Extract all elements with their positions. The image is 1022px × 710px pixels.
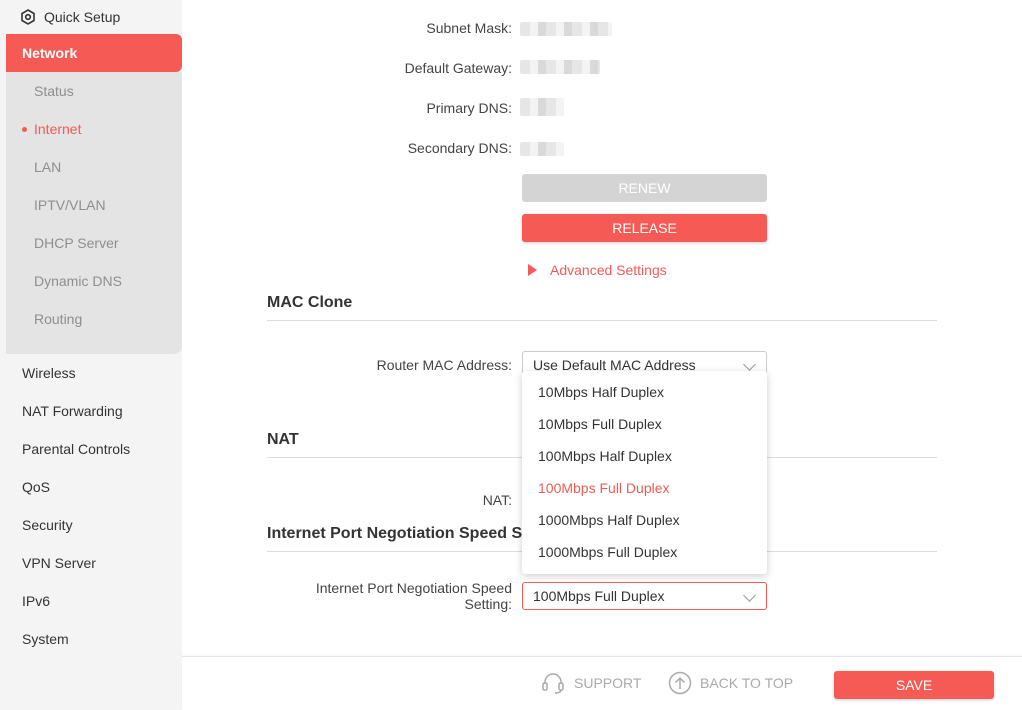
subnav-label: Routing <box>34 311 83 327</box>
chevron-down-icon <box>743 589 756 602</box>
advanced-settings-toggle[interactable]: Advanced Settings <box>528 262 667 278</box>
primary-dns-row: Primary DNS: <box>182 98 1022 120</box>
dropdown-option[interactable]: 1000Mbps Half Duplex <box>522 504 767 536</box>
subnet-mask-value-redacted <box>520 22 612 36</box>
renew-button[interactable]: RENEW <box>522 174 767 202</box>
subnav-label: DHCP Server <box>34 235 119 251</box>
dropdown-option[interactable]: 1000Mbps Full Duplex <box>522 536 767 568</box>
secondary-dns-label: Secondary DNS: <box>407 140 512 156</box>
default-gateway-label: Default Gateway: <box>404 60 512 76</box>
sidebar: Quick Setup Network Status Internet LAN … <box>0 0 182 710</box>
sidebar-item-wireless[interactable]: Wireless <box>0 354 182 392</box>
subnet-mask-label: Subnet Mask: <box>426 20 512 36</box>
sidebar-item-quick-setup[interactable]: Quick Setup <box>0 0 182 34</box>
support-link[interactable]: SUPPORT <box>540 671 641 695</box>
footer-bar: SUPPORT BACK TO TOP SAVE <box>182 656 1022 710</box>
divider <box>267 320 937 321</box>
sidebar-item-system[interactable]: System <box>0 620 182 658</box>
sidebar-item-nat-forwarding[interactable]: NAT Forwarding <box>0 392 182 430</box>
port-speed-title: Internet Port Negotiation Speed S <box>267 525 523 542</box>
default-gateway-row: Default Gateway: <box>182 60 1022 80</box>
save-button[interactable]: SAVE <box>834 671 994 699</box>
subnav-item-iptv-vlan[interactable]: IPTV/VLAN <box>6 186 182 224</box>
sidebar-nav-list: Wireless NAT Forwarding Parental Control… <box>0 354 182 658</box>
sidebar-item-label: Parental Controls <box>22 441 131 457</box>
sidebar-item-label: IPv6 <box>22 593 51 609</box>
sidebar-item-label: NAT Forwarding <box>22 403 123 419</box>
sidebar-item-label: VPN Server <box>22 555 96 571</box>
secondary-dns-value-redacted <box>520 142 564 156</box>
active-dot-icon <box>22 127 27 132</box>
router-mac-label: Router MAC Address: <box>376 357 512 373</box>
sidebar-item-vpn-server[interactable]: VPN Server <box>0 544 182 582</box>
sidebar-item-label: Quick Setup <box>44 9 121 25</box>
subnav-item-dynamic-dns[interactable]: Dynamic DNS <box>6 262 182 300</box>
subnav-item-lan[interactable]: LAN <box>6 148 182 186</box>
sidebar-item-network[interactable]: Network <box>6 34 182 72</box>
dropdown-option[interactable]: 10Mbps Full Duplex <box>522 408 767 440</box>
subnav-item-dhcp-server[interactable]: DHCP Server <box>6 224 182 262</box>
primary-dns-label: Primary DNS: <box>426 100 512 116</box>
sidebar-item-security[interactable]: Security <box>0 506 182 544</box>
port-speed-select[interactable]: 100Mbps Full Duplex <box>522 582 767 610</box>
advanced-settings-label: Advanced Settings <box>550 262 667 278</box>
subnav-label: LAN <box>34 159 62 175</box>
sidebar-item-label: System <box>22 631 69 647</box>
sidebar-item-ipv6[interactable]: IPv6 <box>0 582 182 620</box>
primary-dns-value-redacted <box>520 98 564 116</box>
dropdown-option[interactable]: 10Mbps Half Duplex <box>522 376 767 408</box>
gear-icon <box>21 9 35 25</box>
sidebar-item-label: Network <box>22 45 78 61</box>
subnav-label: Internet <box>34 121 82 137</box>
nat-title: NAT <box>267 431 299 448</box>
triangle-right-icon <box>528 264 537 276</box>
chevron-down-icon <box>743 358 756 371</box>
port-speed-label-line1: Internet Port Negotiation Speed <box>315 580 512 596</box>
subnav-item-internet[interactable]: Internet <box>6 110 182 148</box>
back-to-top-label: BACK TO TOP <box>700 675 794 691</box>
subnav-item-status[interactable]: Status <box>6 72 182 110</box>
subnav-label: Status <box>34 83 74 99</box>
sidebar-item-label: Security <box>22 517 73 533</box>
sidebar-item-qos[interactable]: QoS <box>0 468 182 506</box>
subnav-item-routing[interactable]: Routing <box>6 300 182 338</box>
headset-icon <box>542 673 564 694</box>
support-label: SUPPORT <box>574 675 642 691</box>
mac-clone-title: MAC Clone <box>267 294 353 311</box>
subnet-mask-row: Subnet Mask: <box>182 20 1022 40</box>
secondary-dns-row: Secondary DNS: <box>182 140 1022 160</box>
sidebar-item-parental-controls[interactable]: Parental Controls <box>0 430 182 468</box>
default-gateway-value-redacted <box>520 60 600 74</box>
main-content: Subnet Mask: Default Gateway: Primary DN… <box>182 0 1022 656</box>
port-speed-label-line2: Setting: <box>464 596 512 612</box>
sidebar-item-label: Wireless <box>22 365 76 381</box>
port-speed-label: Internet Port Negotiation Speed Setting: <box>316 580 512 612</box>
port-speed-value: 100Mbps Full Duplex <box>533 588 665 604</box>
arrow-up-circle-icon <box>668 671 692 695</box>
back-to-top-link[interactable]: BACK TO TOP <box>668 671 793 695</box>
nat-label: NAT: <box>482 492 512 508</box>
sidebar-item-label: QoS <box>22 479 51 495</box>
dropdown-option[interactable]: 100Mbps Half Duplex <box>522 440 767 472</box>
network-subnav: Status Internet LAN IPTV/VLAN DHCP Serve… <box>6 72 182 354</box>
dropdown-option-selected[interactable]: 100Mbps Full Duplex <box>522 472 767 504</box>
subnav-label: IPTV/VLAN <box>34 197 106 213</box>
release-button[interactable]: RELEASE <box>522 214 767 242</box>
port-speed-dropdown: 10Mbps Half Duplex 10Mbps Full Duplex 10… <box>522 371 767 574</box>
subnav-label: Dynamic DNS <box>34 273 122 289</box>
